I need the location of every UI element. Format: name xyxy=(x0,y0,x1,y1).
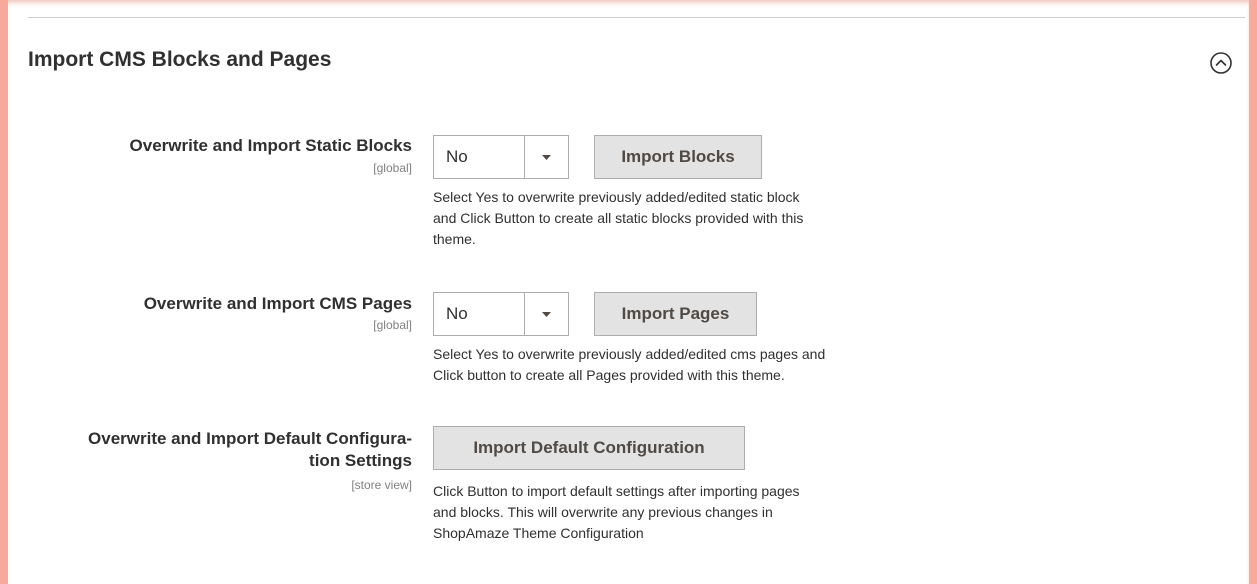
static-blocks-scope: [global] xyxy=(373,161,412,175)
label-line: Overwrite and Import Default Configura- xyxy=(88,429,412,448)
cms-pages-note: Select Yes to overwrite previously added… xyxy=(433,344,913,386)
note-line: theme. xyxy=(433,231,476,247)
default-config-scope: [store view] xyxy=(351,478,412,492)
config-panel: Import CMS Blocks and Pages Overwrite an… xyxy=(8,0,1249,584)
section-divider xyxy=(28,17,1245,18)
note-line: and Click Button to create all static bl… xyxy=(433,210,804,226)
import-blocks-button[interactable]: Import Blocks xyxy=(594,135,762,179)
static-blocks-label: Overwrite and Import Static Blocks xyxy=(129,136,412,155)
section-title[interactable]: Import CMS Blocks and Pages xyxy=(28,48,331,72)
cms-pages-scope: [global] xyxy=(373,318,412,332)
chevron-down-icon xyxy=(542,155,551,160)
note-line: Select Yes to overwrite previously added… xyxy=(433,189,800,205)
note-line: Select Yes to overwrite previously added… xyxy=(433,346,826,362)
chevron-down-icon xyxy=(542,312,551,317)
note-line: Click Button to import default settings … xyxy=(433,483,800,499)
note-line: and blocks. This will overwrite any prev… xyxy=(433,504,773,520)
import-default-configuration-button[interactable]: Import Default Configuration xyxy=(433,426,745,470)
default-config-note: Click Button to import default settings … xyxy=(433,481,913,544)
static-blocks-select[interactable]: No xyxy=(433,135,569,179)
label-line: tion Settings xyxy=(309,451,412,470)
default-config-label: Overwrite and Import Default Configura- … xyxy=(0,428,412,472)
static-blocks-select-value: No xyxy=(446,147,468,166)
note-line: ShopAmaze Theme Configuration xyxy=(433,525,644,541)
note-line: Click button to create all Pages provide… xyxy=(433,367,785,383)
static-blocks-note: Select Yes to overwrite previously added… xyxy=(433,187,913,250)
chevron-up-circle-icon[interactable] xyxy=(1209,51,1233,75)
cms-pages-label: Overwrite and Import CMS Pages xyxy=(143,294,412,313)
import-pages-button[interactable]: Import Pages xyxy=(594,292,757,336)
cms-pages-select-value: No xyxy=(446,304,468,323)
cms-pages-select[interactable]: No xyxy=(433,292,569,336)
